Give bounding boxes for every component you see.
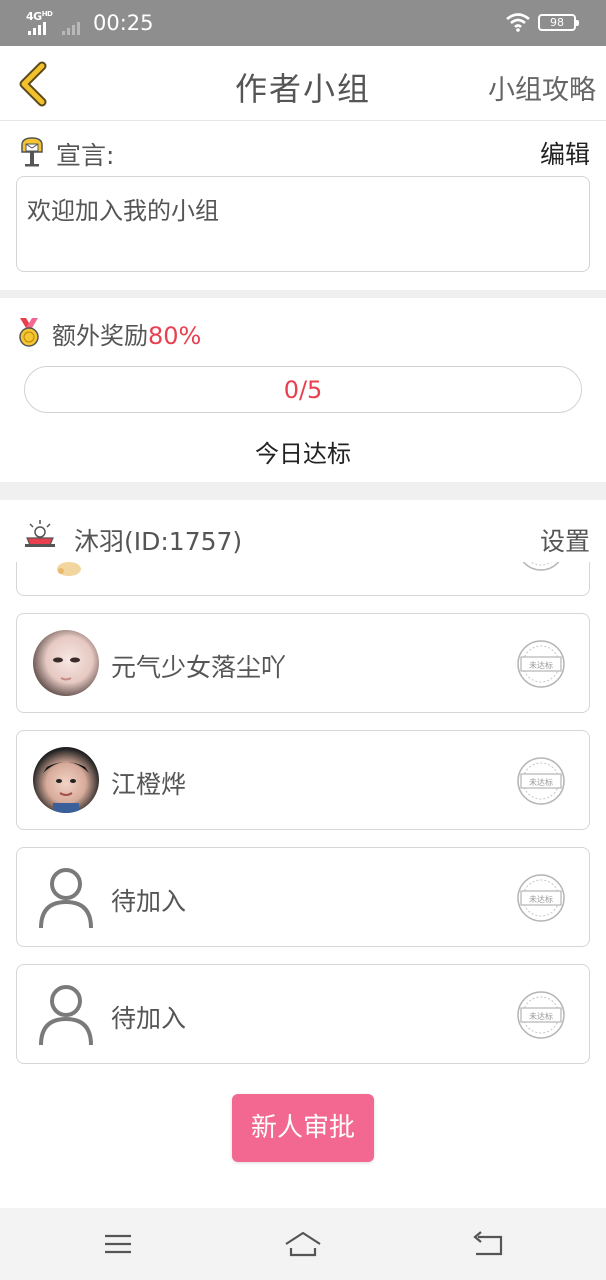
edit-button[interactable]: 编辑 xyxy=(540,135,590,171)
new-member-approval-button[interactable]: 新人审批 xyxy=(232,1094,374,1162)
member-list[interactable]: 元气少女落尘吖 未达标 江橙烨 未达标 待加入 未达标 待加入 未达标 xyxy=(0,562,606,1108)
stamp-text: 未达标 xyxy=(529,1011,553,1021)
member-avatar xyxy=(33,630,99,696)
member-name: 元气少女落尘吖 xyxy=(111,653,287,682)
status-time: 00:25 xyxy=(93,11,154,35)
daily-progress-bar: 0/5 xyxy=(24,366,582,413)
declaration-section: 宣言: 编辑 欢迎加入我的小组 xyxy=(0,122,606,290)
signal-icon xyxy=(28,22,46,35)
member-name: 待加入 xyxy=(111,1004,187,1033)
member-card[interactable] xyxy=(16,562,590,596)
cat-sticker-icon xyxy=(57,562,81,576)
reward-section: 额外奖励80% 0/5 今日达标 xyxy=(0,298,606,482)
group-owner-row: 沐羽(ID:1757) 设置 xyxy=(0,500,606,562)
extra-reward-label: 额外奖励80% xyxy=(52,316,201,351)
declaration-label: 宣言: xyxy=(56,141,115,170)
medal-icon xyxy=(19,318,39,347)
member-card[interactable]: 待加入 未达标 xyxy=(16,847,590,947)
menu-icon[interactable] xyxy=(98,1228,138,1260)
network-hd: HD xyxy=(41,10,53,18)
settings-button[interactable]: 设置 xyxy=(540,522,590,558)
home-icon[interactable] xyxy=(283,1228,323,1260)
header: 作者小组 小组攻略 xyxy=(0,46,606,121)
member-card[interactable]: 元气少女落尘吖 未达标 xyxy=(16,613,590,713)
extra-reward-percent: 80% xyxy=(148,322,202,350)
today-target-label: 今日达标 xyxy=(255,440,351,468)
member-card[interactable]: 江橙烨 未达标 xyxy=(16,730,590,830)
person-placeholder-icon xyxy=(39,868,93,929)
system-nav-bar xyxy=(0,1208,606,1280)
stamp-text: 未达标 xyxy=(529,894,553,904)
face-photo xyxy=(43,762,89,813)
mailbox-icon xyxy=(21,137,43,167)
wifi-icon xyxy=(506,13,530,32)
stamp-text: 未达标 xyxy=(529,777,553,787)
member-section: 沐羽(ID:1757) 设置 元气少女落尘吖 未达标 江橙烨 未达标 待加入 未… xyxy=(0,500,606,1208)
not-qualified-stamp-icon: 未达标 xyxy=(517,640,565,688)
signal-secondary-icon xyxy=(62,22,80,35)
member-name: 待加入 xyxy=(111,887,187,916)
not-qualified-stamp-icon xyxy=(522,562,560,571)
section-divider xyxy=(0,290,606,298)
person-placeholder-icon xyxy=(39,985,93,1046)
member-name: 江橙烨 xyxy=(111,770,187,799)
not-qualified-stamp-icon: 未达标 xyxy=(517,874,565,922)
not-qualified-stamp-icon: 未达标 xyxy=(517,991,565,1039)
battery-icon: 98 xyxy=(538,14,579,31)
extra-reward-text: 额外奖励 xyxy=(52,322,148,350)
stamp-text: 未达标 xyxy=(529,660,553,670)
progress-count: 0/5 xyxy=(283,376,323,404)
crown-icon xyxy=(25,520,55,547)
face-photo xyxy=(53,657,80,681)
not-qualified-stamp-icon: 未达标 xyxy=(517,757,565,805)
cat-emoji-avatar xyxy=(33,562,99,579)
group-guide-link[interactable]: 小组攻略 xyxy=(488,68,596,107)
group-owner-name: 沐羽(ID:1757) xyxy=(74,527,243,556)
back-icon[interactable] xyxy=(468,1228,508,1260)
member-card[interactable]: 待加入 未达标 xyxy=(16,964,590,1064)
member-avatar xyxy=(33,747,99,813)
declaration-text[interactable]: 欢迎加入我的小组 xyxy=(16,176,590,272)
section-divider xyxy=(0,482,606,500)
status-bar: 4GHD 00:25 98 xyxy=(0,0,606,46)
